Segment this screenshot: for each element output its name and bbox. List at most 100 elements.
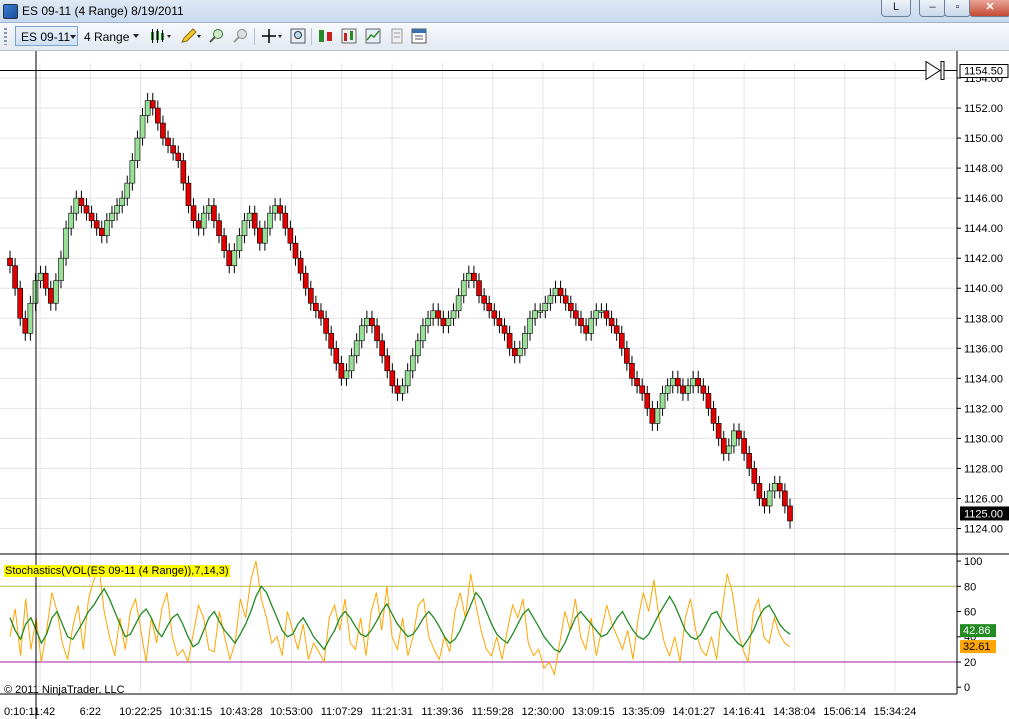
stochastics-label: Stochastics(VOL(ES 09-11 (4 Range)),7,14… <box>4 565 230 577</box>
candle-up <box>593 310 600 319</box>
candle-up <box>690 378 696 387</box>
candle-down <box>511 347 518 357</box>
time-tick-label: 11:07:29 <box>321 706 363 718</box>
app-icon <box>3 4 18 19</box>
candle-down <box>751 468 758 484</box>
candle-down <box>481 295 487 304</box>
candle-down <box>165 137 171 146</box>
candle-up <box>771 483 778 492</box>
candle-down <box>394 385 401 394</box>
time-tick-label: 11:59:28 <box>472 706 514 718</box>
candle-down <box>251 212 258 229</box>
chevron-down-icon <box>133 34 139 38</box>
zoom-in-icon[interactable] <box>208 28 224 44</box>
candle-down <box>506 332 513 349</box>
time-tick-label: 15:34:24 <box>874 706 917 718</box>
chart-canvas[interactable]: 1124.00 1126.00 1128.00 1130.00 1132.00 1134.… <box>0 51 1009 719</box>
scroll-to-end-icon-bar <box>940 61 945 81</box>
candle-down <box>618 332 625 349</box>
chart-toolbar: ES 09-11 4 Range <box>0 23 1009 51</box>
candle-up <box>63 227 69 259</box>
indicators-icon[interactable] <box>341 28 357 44</box>
candle-down <box>302 272 309 289</box>
stoch-last-label: 42.86 <box>963 625 991 637</box>
stoch-tick-label: 0 <box>964 682 970 694</box>
time-tick-label: 6:22 <box>80 706 101 718</box>
candle-down <box>22 317 29 334</box>
time-tick-label: 14:01:27 <box>672 706 715 718</box>
candle-up <box>200 212 207 229</box>
candle-up <box>517 347 523 357</box>
candle-down <box>338 363 345 379</box>
candle-up <box>58 257 64 282</box>
candle-up <box>425 317 431 327</box>
candle-down <box>307 287 314 304</box>
candle-up <box>343 370 350 379</box>
crosshair-icon[interactable] <box>261 28 285 44</box>
properties-icon[interactable] <box>411 28 427 44</box>
candle-down <box>491 310 498 319</box>
candle-down <box>297 257 304 274</box>
time-tick-label: 12:30:00 <box>522 706 565 718</box>
price-tick-label: 1140.00 <box>964 283 1003 295</box>
candle-up <box>267 212 273 229</box>
candle-down <box>195 220 202 229</box>
price-tick-label: 1144.00 <box>964 223 1003 235</box>
candle-down <box>644 393 651 409</box>
time-tick-label: 10:53:00 <box>270 706 313 718</box>
stoch-tick-label: 60 <box>964 607 976 619</box>
candle-down <box>12 265 18 289</box>
candle-up <box>68 212 74 229</box>
price-candles <box>7 93 793 529</box>
magnifier-icon[interactable] <box>290 28 306 44</box>
link-button[interactable]: L <box>881 0 911 17</box>
candle-down <box>287 227 294 244</box>
candle-down <box>710 408 717 424</box>
candle-up <box>358 325 365 342</box>
candle-up <box>537 310 543 313</box>
price-tick-label: 1150.00 <box>964 133 1003 145</box>
candle-down <box>379 340 385 357</box>
candle-down <box>573 310 579 319</box>
period-dropdown[interactable]: 4 Range <box>82 26 142 46</box>
time-tick-label: 11:21:31 <box>371 706 413 718</box>
price-tick-label: 1138.00 <box>964 313 1003 325</box>
candle-down <box>741 438 747 454</box>
candle-down <box>578 317 584 327</box>
zoom-out-icon[interactable] <box>232 28 248 44</box>
candle-up <box>455 295 462 312</box>
candle-up <box>124 182 131 199</box>
candle-down <box>471 272 477 282</box>
candle-down <box>221 235 227 251</box>
time-tick-label: 10:31:15 <box>169 706 212 718</box>
candle-down <box>608 317 615 327</box>
candle-up <box>119 197 125 206</box>
candle-down <box>98 227 105 236</box>
candle-down <box>746 453 753 469</box>
last-price-label: 1125.00 <box>964 508 1003 520</box>
instrument-dropdown[interactable]: ES 09-11 <box>15 26 78 46</box>
candle-up <box>415 340 421 357</box>
close-button[interactable]: ✕ <box>969 0 1009 17</box>
time-tick-label: 13:09:15 <box>572 706 615 718</box>
candle-up <box>766 490 773 507</box>
candle-up <box>731 430 737 447</box>
strategies-icon[interactable] <box>318 28 334 44</box>
maximize-button[interactable]: ▫ <box>944 0 971 17</box>
candlestick-style-icon[interactable] <box>150 28 172 44</box>
candle-down <box>17 287 23 319</box>
candle-up <box>236 235 243 251</box>
minimize-button[interactable]: – <box>919 0 946 17</box>
candle-down <box>318 310 324 319</box>
candle-up <box>669 378 676 387</box>
candle-up <box>420 325 426 342</box>
candle-down <box>226 250 233 267</box>
data-box-icon[interactable] <box>389 28 405 44</box>
candle-up <box>53 280 59 304</box>
chart-trader-icon[interactable] <box>365 28 381 44</box>
pencil-draw-icon[interactable] <box>180 28 204 44</box>
candle-down <box>88 212 95 221</box>
time-tick-label: 13:35:09 <box>622 706 665 718</box>
toolbar-grip[interactable] <box>4 28 7 45</box>
candle-up <box>532 310 538 319</box>
